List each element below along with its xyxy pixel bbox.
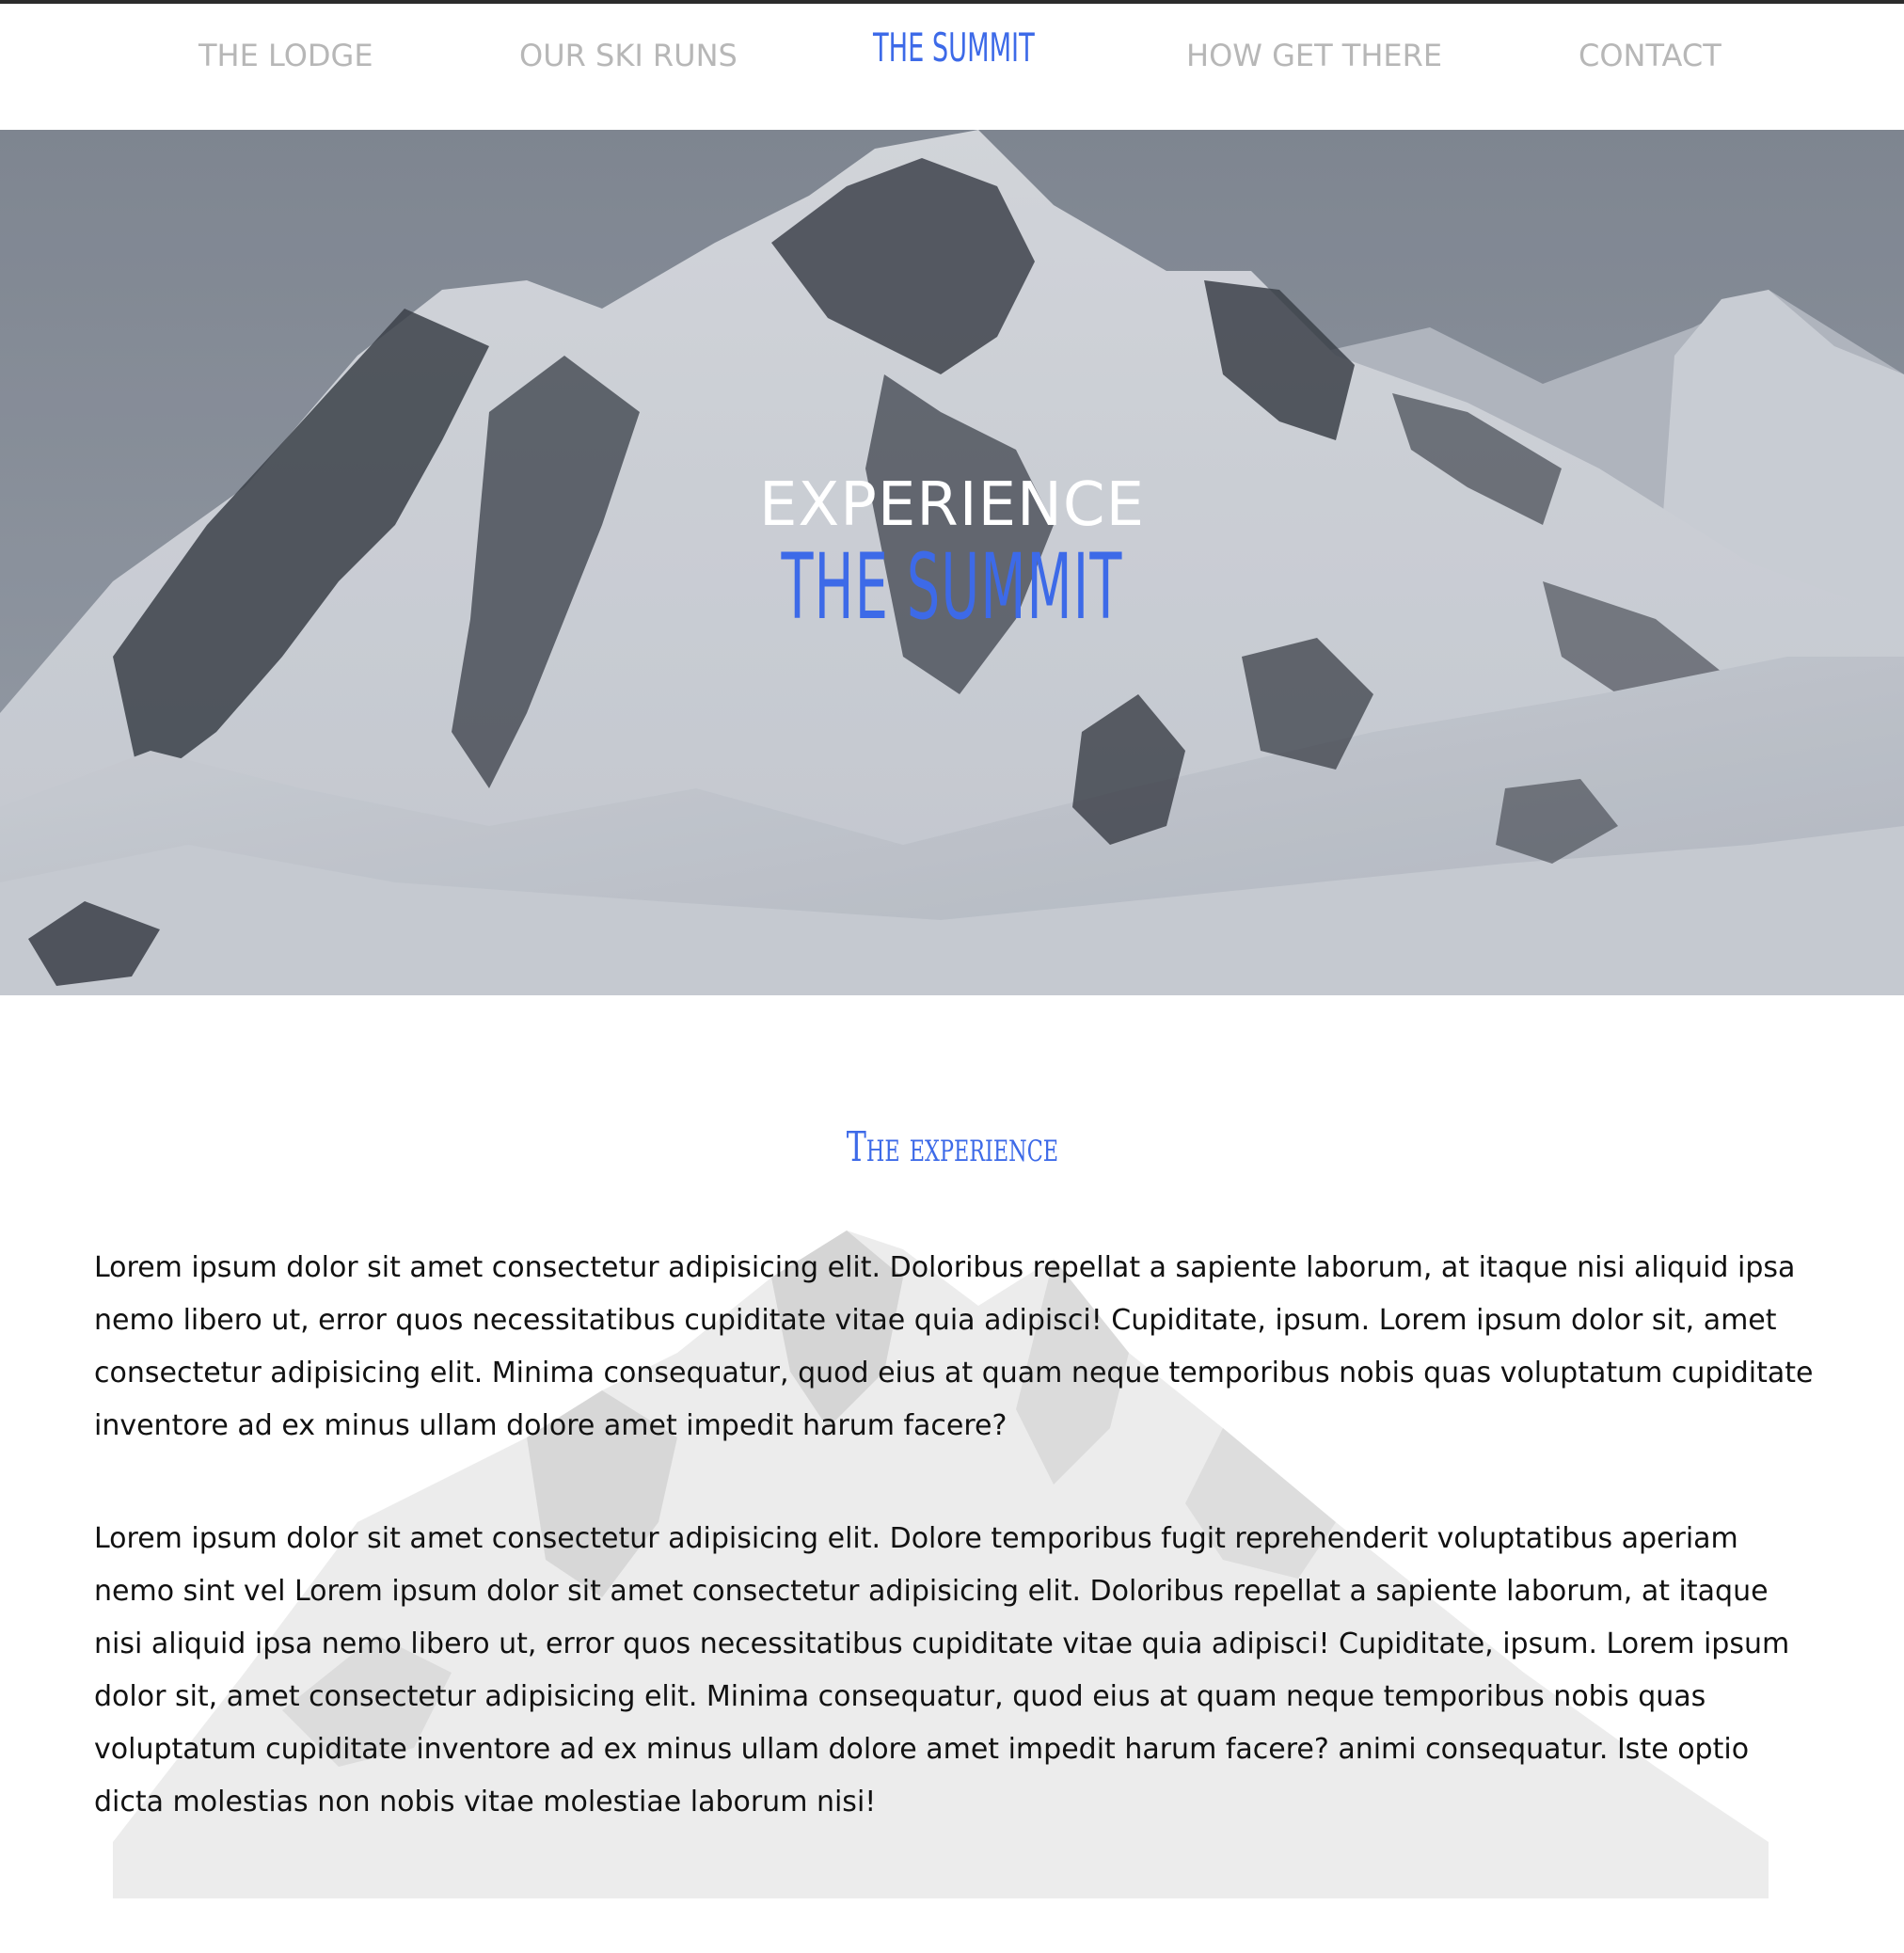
- experience-section: The experience Lorem ipsum dolor sit ame…: [0, 995, 1904, 1953]
- hero-title-the-summit: THE SUMMIT: [781, 534, 1123, 640]
- section-title: The experience: [846, 1123, 1058, 1171]
- main-nav: THE LODGE OUR SKI RUNS THE SUMMIT HOW GE…: [0, 4, 1904, 130]
- nav-item-our-ski-runs[interactable]: OUR SKI RUNS: [519, 38, 738, 73]
- paragraph-2: Lorem ipsum dolor sit amet consectetur a…: [94, 1522, 1790, 1818]
- paragraph-1: Lorem ipsum dolor sit amet consectetur a…: [94, 1251, 1814, 1442]
- nav-item-the-summit[interactable]: THE SUMMIT: [873, 24, 1035, 71]
- nav-item-how-get-there[interactable]: HOW GET THERE: [1186, 38, 1442, 73]
- nav-item-contact[interactable]: CONTACT: [1579, 38, 1722, 73]
- hero-title-experience: EXPERIENCE: [758, 470, 1146, 540]
- nav-item-the-lodge[interactable]: THE LODGE: [198, 38, 373, 73]
- hero-banner: EXPERIENCE THE SUMMIT: [0, 130, 1904, 995]
